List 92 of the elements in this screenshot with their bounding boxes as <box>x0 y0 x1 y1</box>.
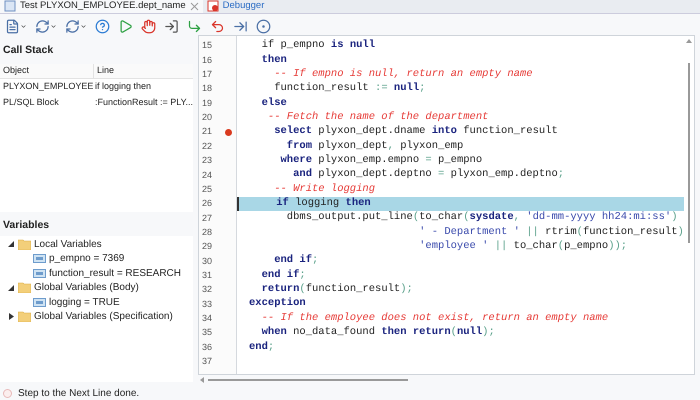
collapsed-arrow-icon[interactable] <box>7 313 15 320</box>
code-line: if p_empno is null <box>260 38 376 54</box>
line-number: 23 <box>202 154 212 168</box>
line-number: 24 <box>202 168 212 182</box>
code-line: exception <box>248 296 306 312</box>
code-line: from plyxon_dept, plyxon_emp <box>286 138 464 154</box>
line-number: 16 <box>202 54 212 67</box>
tab[interactable]: Test PLYXON_EMPLOYEE.dept_name <box>0 0 203 13</box>
code-line: else <box>260 96 287 111</box>
line-number: 19 <box>202 96 212 110</box>
hand-icon[interactable] <box>141 18 156 34</box>
folder-icon <box>18 238 31 250</box>
code-line: ' - Department ' || rtrim(function_result) <box>418 224 684 240</box>
tree-item[interactable]: Global Variables (Specification) <box>34 309 173 324</box>
line-number: 32 <box>202 283 212 296</box>
play-icon[interactable] <box>118 18 133 34</box>
status-icon <box>3 388 12 398</box>
column-header[interactable]: Object <box>0 64 94 78</box>
run-to-cursor-icon[interactable] <box>233 18 248 34</box>
line-number: 15 <box>202 39 212 52</box>
line-number: 27 <box>202 212 212 225</box>
close-icon[interactable] <box>190 2 199 10</box>
variable-icon <box>33 298 46 307</box>
code-editor[interactable] <box>198 35 695 375</box>
code-line: -- Fetch the name of the department <box>266 110 488 125</box>
line-number: 20 <box>202 111 212 124</box>
line-number: 22 <box>202 140 212 153</box>
line-number: 36 <box>202 340 212 354</box>
line-number: 33 <box>202 298 212 311</box>
refresh-icon[interactable] <box>35 18 57 34</box>
code-line: where plyxon_emp.empno = p_empno <box>279 153 482 168</box>
expanded-arrow-icon[interactable] <box>7 241 15 248</box>
line-number: 18 <box>202 82 212 96</box>
scrollbar-thumb[interactable] <box>688 63 690 243</box>
line-number: 34 <box>202 312 212 325</box>
code-line: when no_data_found then return(null); <box>260 325 495 340</box>
variable-icon <box>33 254 46 264</box>
folder-icon <box>18 311 31 322</box>
folder-icon <box>18 282 31 294</box>
code-line: dbms_output.put_line(to_char(sysdate, 'dd-mm-yyyy hh24:mi:ss') <box>286 210 678 226</box>
line-number: 28 <box>202 226 212 239</box>
tree-item[interactable]: logging = TRUE <box>49 294 120 310</box>
table-cell-text: if logging then <box>94 80 152 94</box>
code-line: -- Write logging <box>273 182 376 197</box>
panel-title: Variables <box>3 218 50 232</box>
code-line: return(function_result); <box>260 282 413 297</box>
tree-item[interactable]: function_result = RESEARCH <box>49 266 182 281</box>
line-number: 30 <box>202 254 212 268</box>
code-line: function_result := null; <box>273 81 426 96</box>
panel-title: Call Stack <box>3 43 54 57</box>
code-line: end; <box>248 340 274 355</box>
new-document-icon[interactable] <box>5 18 27 34</box>
debug-window-icon <box>206 0 219 12</box>
step-out-icon[interactable] <box>210 18 225 34</box>
left-arrow-icon[interactable] <box>200 377 204 383</box>
code-line: -- If empno is null, return an empty name <box>273 66 533 82</box>
line-number: 37 <box>202 354 212 368</box>
step-into-icon[interactable] <box>164 18 179 34</box>
breakpoint-icon[interactable] <box>256 18 271 34</box>
code-line: end if; <box>273 253 318 268</box>
code-line: -- If the employee does not exist, return an empty name <box>260 310 608 326</box>
line-number: 29 <box>202 240 212 254</box>
tab[interactable]: Debugger <box>202 0 268 13</box>
variable-icon <box>33 268 46 278</box>
line-number: 21 <box>202 125 212 138</box>
code-line: and plyxon_dept.deptno = plyxon_emp.deptno; <box>292 167 564 182</box>
tree-item[interactable]: p_empno = 7369 <box>49 251 124 266</box>
refresh-icon[interactable] <box>65 18 87 34</box>
column-header[interactable]: Line <box>94 64 193 78</box>
line-number: 25 <box>202 182 212 196</box>
line-number: 31 <box>202 268 212 282</box>
sql-file-icon <box>4 0 16 12</box>
code-line: select plyxon_dept.dname into function_result <box>273 124 558 140</box>
line-number: 17 <box>202 68 212 82</box>
code-line: end if; <box>260 268 306 283</box>
up-arrow-icon[interactable] <box>686 39 692 43</box>
line-number: 26 <box>202 197 212 210</box>
code-line: if logging then <box>275 196 371 211</box>
table-cell-text: PLYXON_EMPLOYEE <box>2 80 94 94</box>
tree-item[interactable]: Local Variables <box>34 236 102 252</box>
step-over-icon[interactable] <box>187 18 202 34</box>
help-icon[interactable] <box>95 18 110 34</box>
status-text: Step to the Next Line done. <box>18 386 140 400</box>
expanded-arrow-icon[interactable] <box>7 284 15 291</box>
table-cell-text: :FunctionResult := PLY... <box>94 96 193 110</box>
tree-item[interactable]: Global Variables (Body) <box>34 280 139 296</box>
breakpoint-icon[interactable] <box>224 128 232 136</box>
table-cell-text: PL/SQL Block <box>2 96 60 110</box>
line-number: 35 <box>202 326 212 340</box>
code-line: then <box>260 52 287 68</box>
code-line: 'employee ' || to_char(p_empno)); <box>418 239 628 254</box>
scrollbar-thumb[interactable] <box>208 379 408 381</box>
